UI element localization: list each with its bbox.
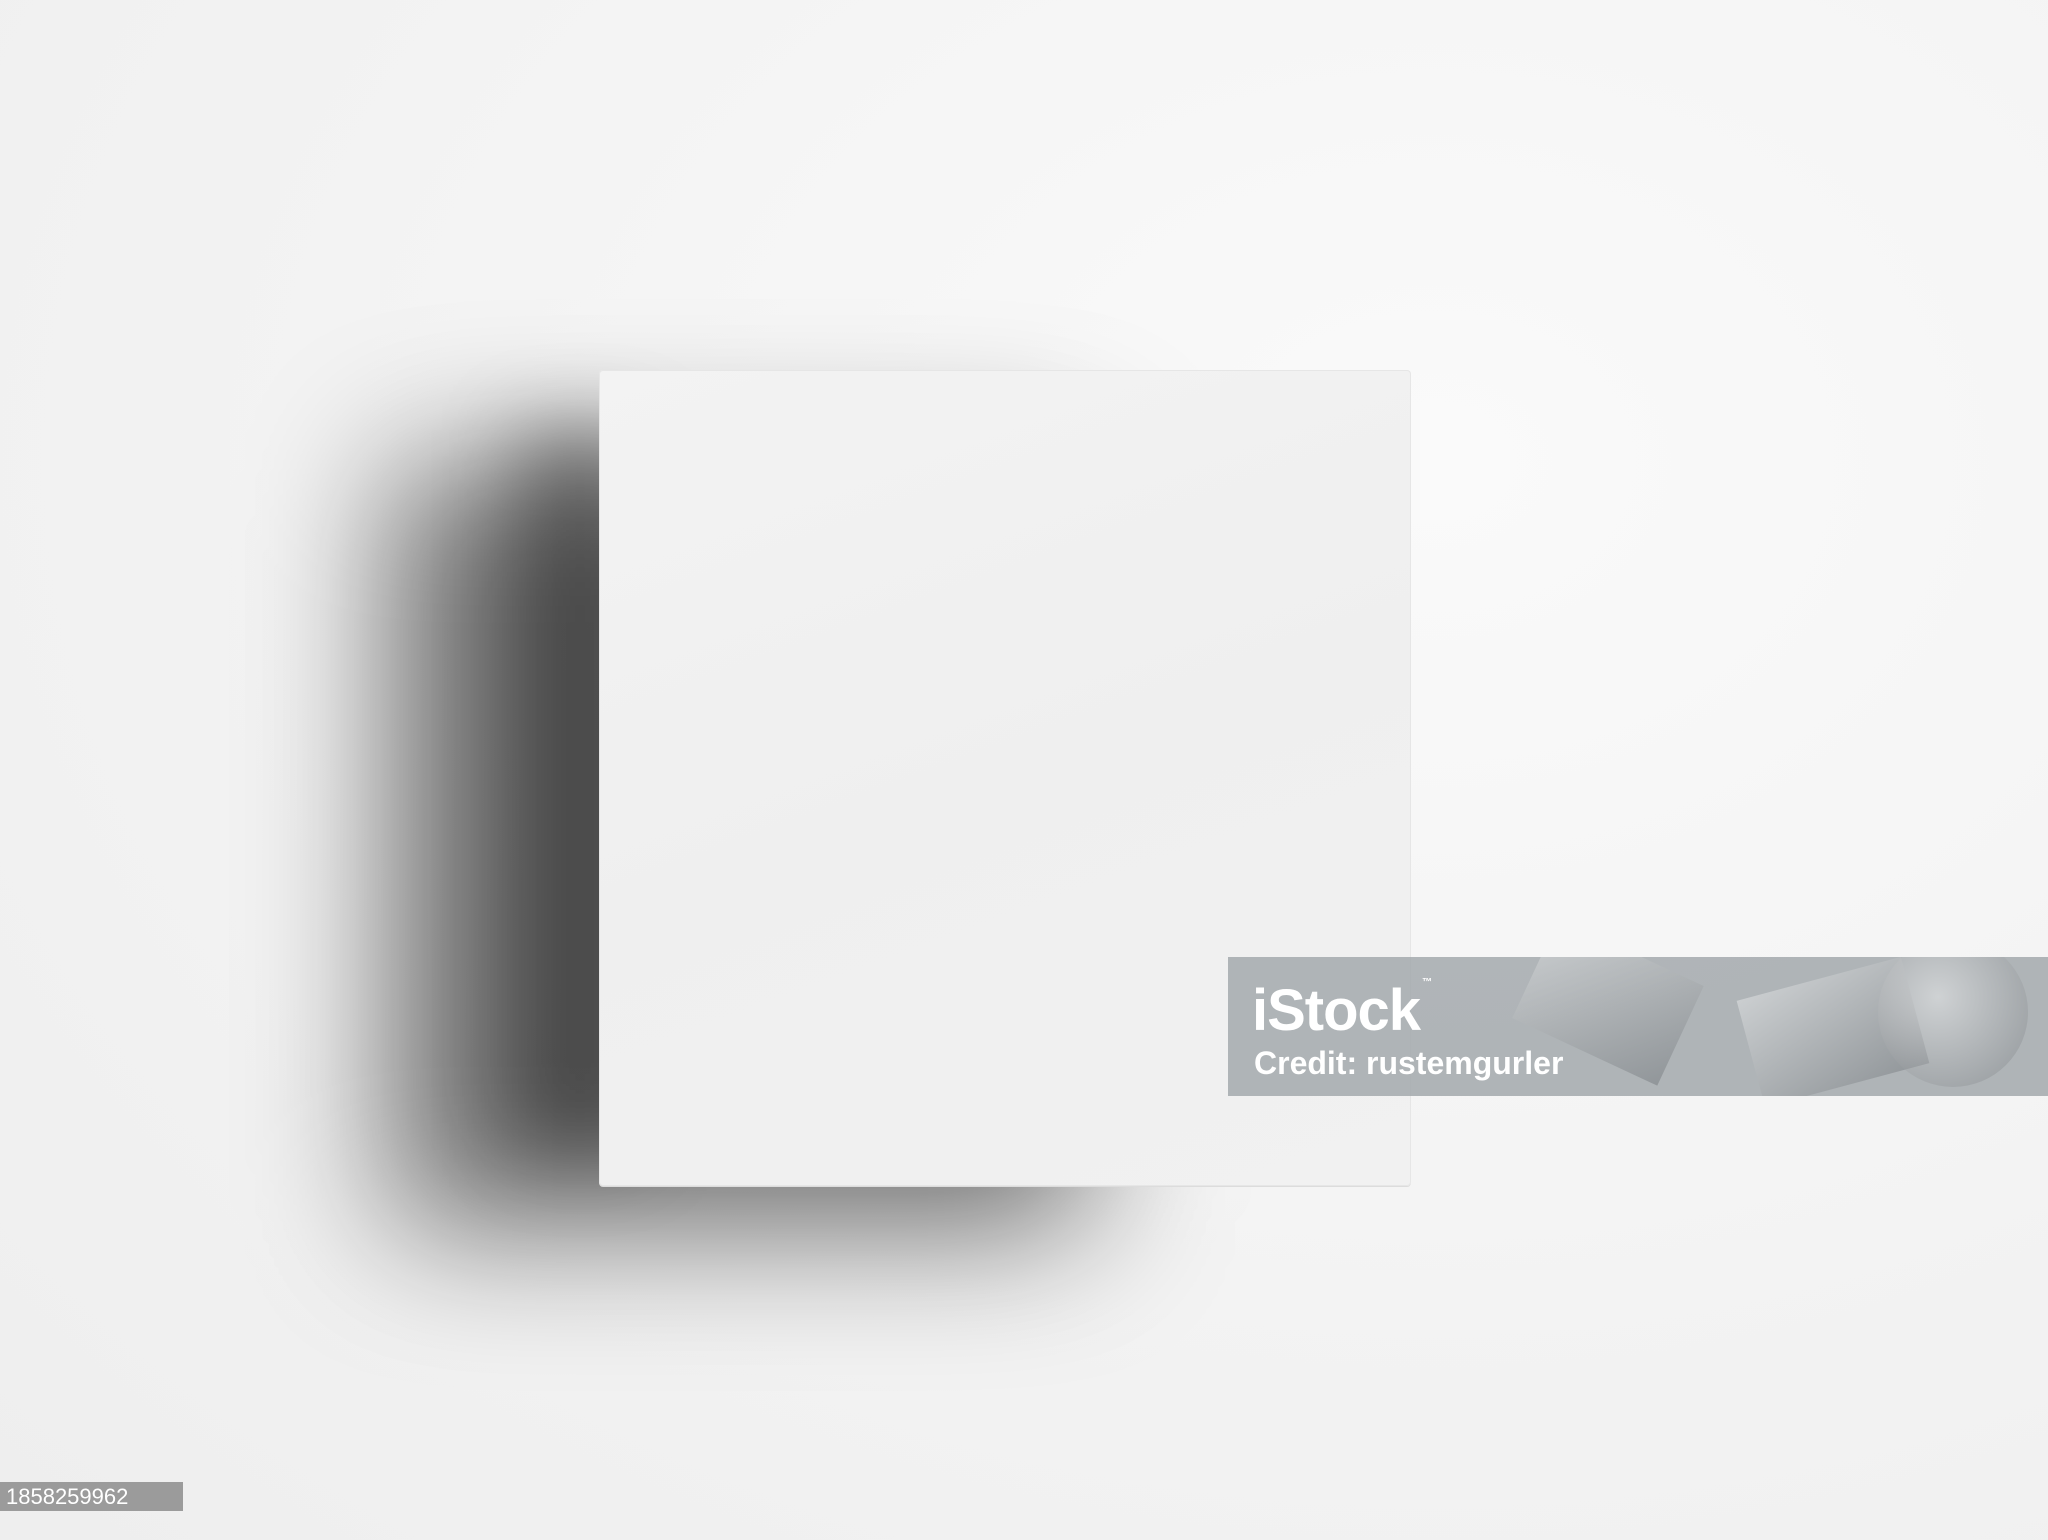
credit-text: Credit: rustemgurler <box>1254 1045 1564 1081</box>
watermark-banner: iStock ™ Credit: rustemgurler <box>1228 957 2048 1096</box>
trademark-symbol: ™ <box>1422 977 1432 988</box>
photo-scene: iStock ™ Credit: rustemgurler 1858259962 <box>0 0 2048 1540</box>
logo-text: iStock <box>1252 978 1421 1043</box>
istock-logo: iStock ™ <box>1252 977 1432 1044</box>
image-id-label: 1858259962 <box>0 1482 183 1511</box>
